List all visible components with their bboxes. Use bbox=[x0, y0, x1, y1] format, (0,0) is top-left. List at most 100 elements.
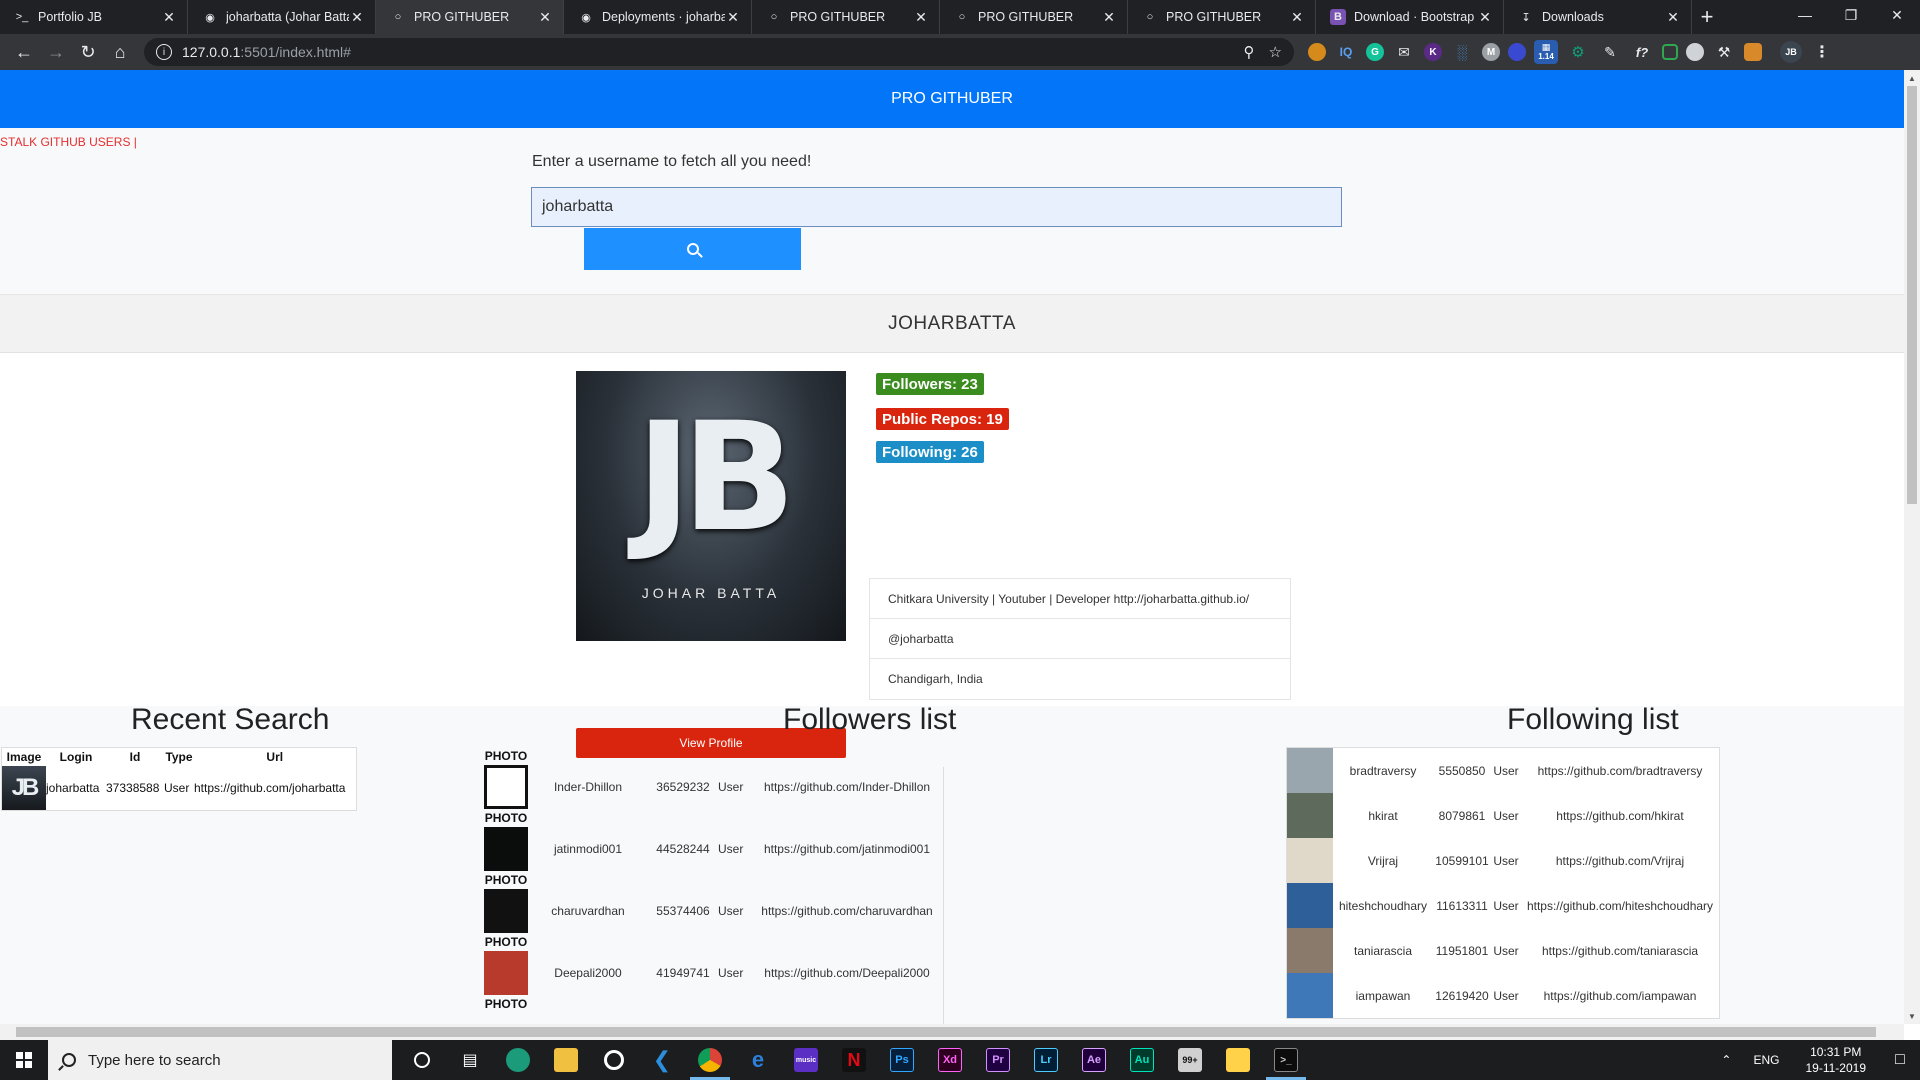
tool-extension-icon[interactable]: ⚒ bbox=[1712, 40, 1736, 64]
home-icon[interactable]: ⌂ bbox=[104, 36, 136, 68]
bookmark-star-icon[interactable]: ☆ bbox=[1269, 43, 1282, 61]
audition-icon[interactable]: Au bbox=[1118, 1040, 1166, 1080]
m-extension-icon[interactable]: M bbox=[1482, 43, 1500, 61]
table-row[interactable]: JB joharbatta 37338588 User https://gith… bbox=[2, 766, 357, 811]
green-extension-icon[interactable] bbox=[1662, 44, 1678, 60]
list-item[interactable]: iampawan 12619420 User https://github.co… bbox=[1287, 973, 1719, 1018]
k-extension-icon[interactable]: K bbox=[1424, 43, 1442, 61]
picker-extension-icon[interactable]: ✎ bbox=[1598, 40, 1622, 64]
tab-close-icon[interactable]: ✕ bbox=[161, 9, 177, 26]
following-url[interactable]: https://github.com/bradtraversy bbox=[1521, 764, 1719, 778]
list-item[interactable]: hkirat 8079861 User https://github.com/h… bbox=[1287, 793, 1719, 838]
amazon-music-icon[interactable]: music bbox=[782, 1040, 830, 1080]
box-extension-icon[interactable] bbox=[1744, 43, 1762, 61]
start-button[interactable] bbox=[0, 1040, 48, 1080]
zoom-icon[interactable]: ⚲ bbox=[1244, 43, 1255, 61]
following-url[interactable]: https://github.com/hiteshchoudhary bbox=[1521, 899, 1719, 913]
list-item[interactable]: Vrijraj 10599101 User https://github.com… bbox=[1287, 838, 1719, 883]
close-window-icon[interactable]: ✕ bbox=[1874, 0, 1920, 30]
follower-url[interactable]: https://github.com/charuvardhan bbox=[752, 889, 942, 933]
file-explorer-icon[interactable] bbox=[542, 1040, 590, 1080]
lightroom-icon[interactable]: Lr bbox=[1022, 1040, 1070, 1080]
notifications-app-icon[interactable]: 99+ bbox=[1166, 1040, 1214, 1080]
cortana-icon[interactable] bbox=[398, 1040, 446, 1080]
tab-close-icon[interactable]: ✕ bbox=[725, 9, 741, 26]
scroll-up-icon[interactable]: ▲ bbox=[1904, 70, 1920, 86]
navbar-title[interactable]: PRO GITHUBER bbox=[891, 90, 1013, 108]
browser-tab[interactable]: ◉ joharbatta (Johar Batta) ✕ bbox=[188, 0, 376, 34]
iq-extension-icon[interactable]: IQ bbox=[1334, 40, 1358, 64]
new-tab-button[interactable]: + bbox=[1692, 0, 1722, 34]
recent-url[interactable]: https://github.com/joharbatta bbox=[194, 766, 356, 811]
tab-close-icon[interactable]: ✕ bbox=[913, 9, 929, 26]
scroll-down-icon[interactable]: ▼ bbox=[1904, 1008, 1920, 1024]
gitkraken-icon[interactable] bbox=[494, 1040, 542, 1080]
clock[interactable]: 10:31 PM 19-11-2019 bbox=[1792, 1044, 1881, 1076]
username-search-input[interactable]: joharbatta bbox=[531, 187, 1342, 227]
following-url[interactable]: https://github.com/Vrijraj bbox=[1521, 854, 1719, 868]
list-item[interactable]: hiteshchoudhary 11613311 User https://gi… bbox=[1287, 883, 1719, 928]
edge-icon[interactable]: e bbox=[734, 1040, 782, 1080]
action-center-icon[interactable]: □ bbox=[1880, 1051, 1920, 1069]
list-item[interactable]: PHOTO Inder-Dhillon 36529232 User https:… bbox=[484, 747, 942, 809]
photoshop-icon[interactable]: Ps bbox=[878, 1040, 926, 1080]
horizontal-scroll-thumb[interactable] bbox=[16, 1027, 1876, 1037]
browser-tab[interactable]: ○ PRO GITHUBER ✕ bbox=[1128, 0, 1316, 34]
grammarly-extension-icon[interactable]: G bbox=[1366, 43, 1384, 61]
orb-extension-icon[interactable] bbox=[1508, 43, 1526, 61]
browser-tab[interactable]: ↧ Downloads ✕ bbox=[1504, 0, 1692, 34]
adobe-xd-icon[interactable]: Xd bbox=[926, 1040, 974, 1080]
list-item[interactable]: bradtraversy 5550850 User https://github… bbox=[1287, 748, 1719, 793]
browser-tab[interactable]: >_ Portfolio JB ✕ bbox=[0, 0, 188, 34]
tab-close-icon[interactable]: ✕ bbox=[349, 9, 365, 26]
search-button[interactable] bbox=[584, 228, 801, 270]
tab-close-icon[interactable]: ✕ bbox=[1101, 9, 1117, 26]
terminal-icon[interactable]: >_ bbox=[1262, 1040, 1310, 1080]
after-effects-icon[interactable]: Ae bbox=[1070, 1040, 1118, 1080]
following-url[interactable]: https://github.com/hkirat bbox=[1521, 809, 1719, 823]
follower-url[interactable]: https://github.com/Inder-Dhillon bbox=[752, 765, 942, 809]
store-icon[interactable] bbox=[1214, 1040, 1262, 1080]
minimize-icon[interactable]: — bbox=[1782, 0, 1828, 30]
stalk-users-link[interactable]: STALK GITHUB USERS | bbox=[0, 135, 137, 149]
site-info-icon[interactable]: i bbox=[156, 44, 172, 60]
language-indicator[interactable]: ENG bbox=[1741, 1053, 1791, 1067]
browser-tab[interactable]: ○ PRO GITHUBER ✕ bbox=[376, 0, 564, 34]
follower-url[interactable]: https://github.com/Deepali2000 bbox=[752, 951, 942, 995]
list-item[interactable]: taniarascia 11951801 User https://github… bbox=[1287, 928, 1719, 973]
horizontal-scrollbar[interactable] bbox=[0, 1024, 1904, 1040]
chrome-icon[interactable] bbox=[686, 1040, 734, 1080]
browser-tab[interactable]: ○ PRO GITHUBER ✕ bbox=[752, 0, 940, 34]
netflix-icon[interactable]: N bbox=[830, 1040, 878, 1080]
wallet-extension-icon[interactable] bbox=[1686, 43, 1704, 61]
browser-tab[interactable]: B Download · Bootstrap ✕ bbox=[1316, 0, 1504, 34]
follower-url[interactable]: https://github.com/jatinmodi001 bbox=[752, 827, 942, 871]
globe-extension-icon[interactable]: ⚙ bbox=[1566, 40, 1590, 64]
browser-tab[interactable]: ◉ Deployments · joharbat ✕ bbox=[564, 0, 752, 34]
obs-icon[interactable] bbox=[590, 1040, 638, 1080]
following-url[interactable]: https://github.com/taniarascia bbox=[1521, 944, 1719, 958]
profile-avatar-icon[interactable]: JB bbox=[1780, 41, 1802, 63]
vertical-scroll-thumb[interactable] bbox=[1907, 86, 1917, 504]
list-item[interactable]: PHOTO Deepali2000 41949741 User https://… bbox=[484, 933, 942, 995]
back-icon[interactable]: ← bbox=[8, 36, 40, 68]
taskbar-search-box[interactable]: Type here to search bbox=[48, 1040, 392, 1080]
vscode-icon[interactable]: ❮ bbox=[638, 1040, 686, 1080]
tray-chevron-icon[interactable]: ⌃ bbox=[1711, 1053, 1741, 1067]
tab-close-icon[interactable]: ✕ bbox=[1665, 9, 1681, 26]
premiere-icon[interactable]: Pr bbox=[974, 1040, 1022, 1080]
following-url[interactable]: https://github.com/iampawan bbox=[1521, 989, 1719, 1003]
task-view-icon[interactable]: ▤ bbox=[446, 1040, 494, 1080]
mail-extension-icon[interactable]: ✉ bbox=[1392, 40, 1416, 64]
tab-close-icon[interactable]: ✕ bbox=[537, 9, 553, 26]
browser-tab[interactable]: ○ PRO GITHUBER ✕ bbox=[940, 0, 1128, 34]
vertical-scrollbar[interactable]: ▲ ▼ bbox=[1904, 70, 1920, 1024]
list-item[interactable]: PHOTO charuvardhan 55374406 User https:/… bbox=[484, 871, 942, 933]
reload-icon[interactable]: ↻ bbox=[72, 36, 104, 68]
chart-extension-icon[interactable]: ░ bbox=[1450, 40, 1474, 64]
cookie-extension-icon[interactable] bbox=[1308, 43, 1326, 61]
tab-close-icon[interactable]: ✕ bbox=[1289, 9, 1305, 26]
formula-extension-icon[interactable]: f? bbox=[1630, 40, 1654, 64]
forward-icon[interactable]: → bbox=[40, 36, 72, 68]
list-item[interactable]: PHOTO jatinmodi001 44528244 User https:/… bbox=[484, 809, 942, 871]
